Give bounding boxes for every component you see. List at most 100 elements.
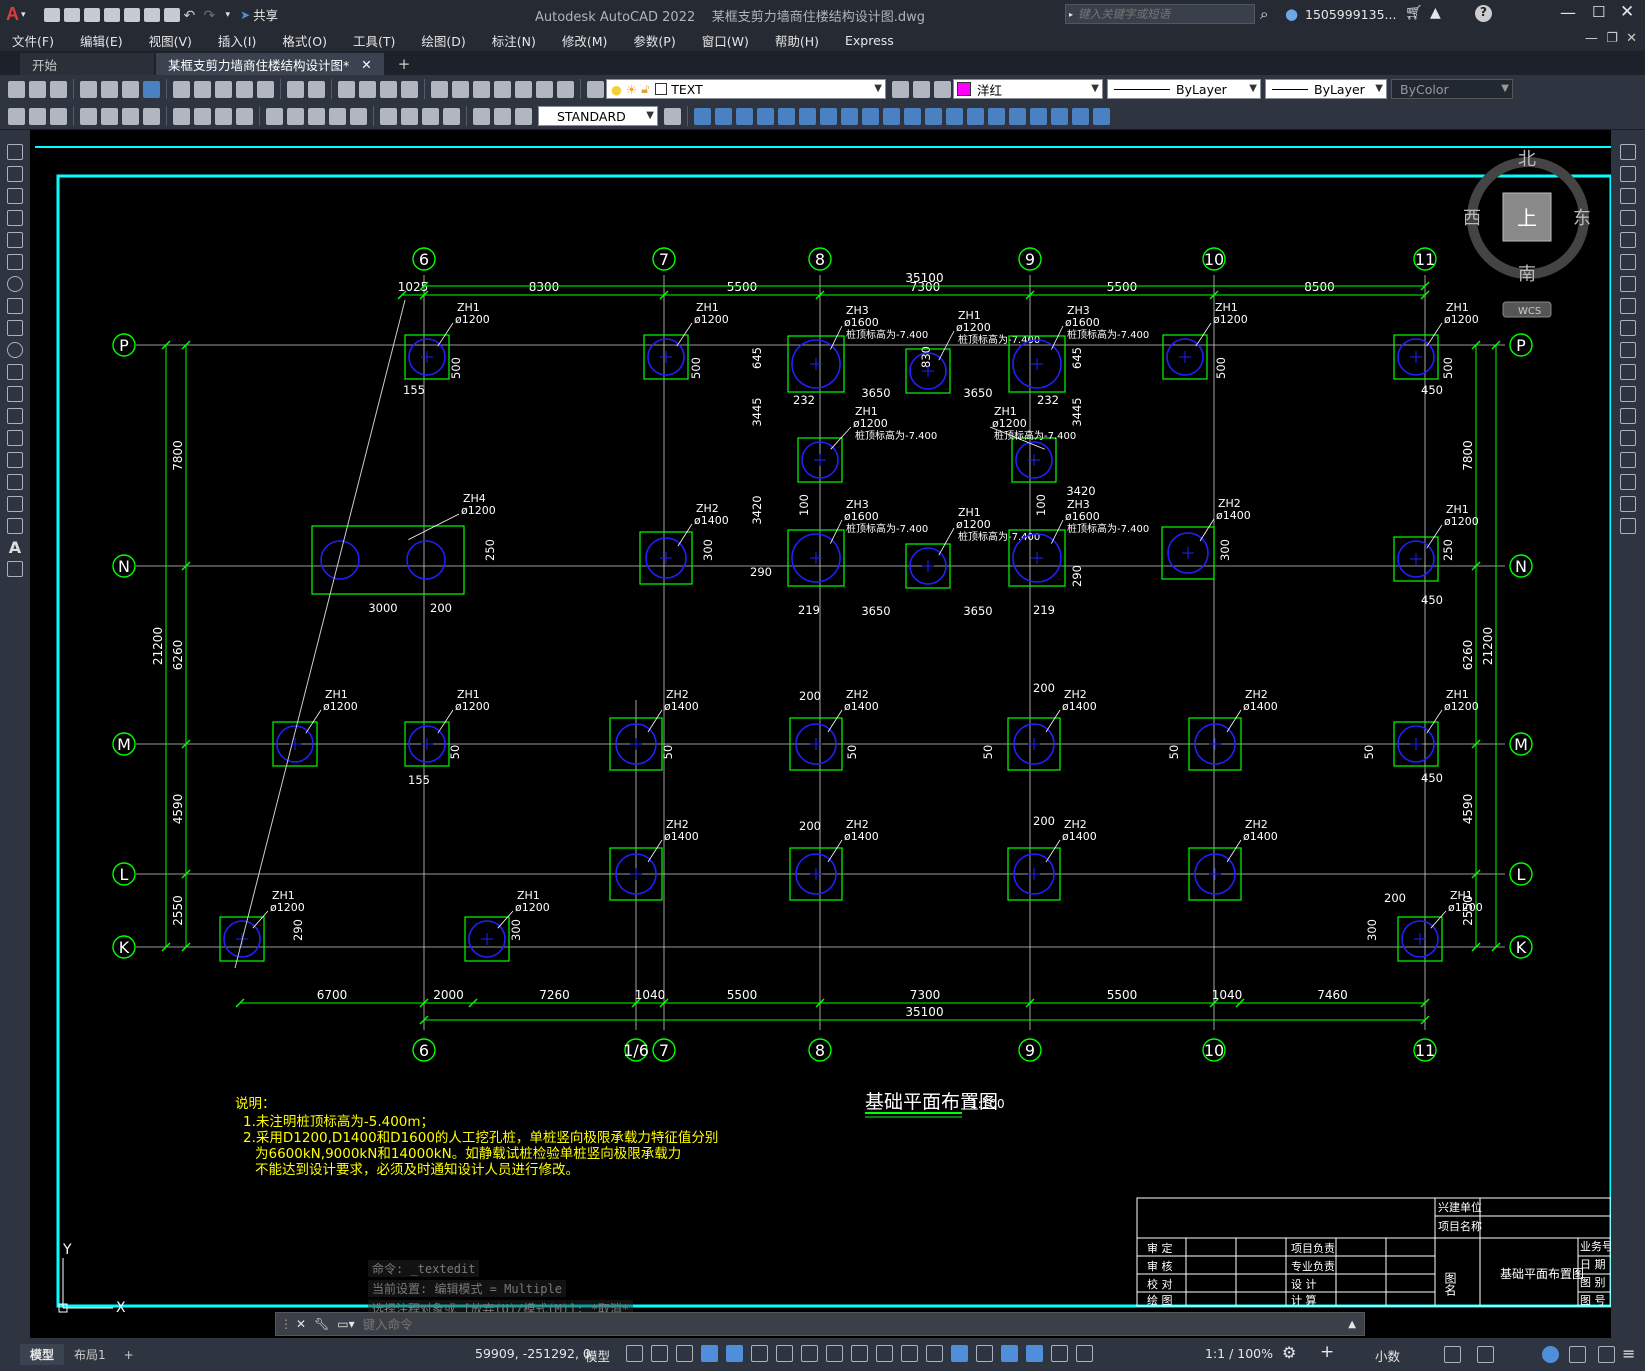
open-icon[interactable]: [63, 7, 80, 22]
chamfer-icon[interactable]: [967, 107, 984, 125]
drawing-canvas[interactable]: 1025 8300 5500 7300 5500 8500 35100 6700 2000 726…: [30, 130, 1611, 1338]
ordinate-dim-icon[interactable]: [143, 107, 160, 125]
aligned-dim-icon[interactable]: [101, 107, 118, 125]
doc-window-controls[interactable]: — ❐ ✕: [1585, 31, 1637, 46]
copy-object-icon[interactable]: [715, 107, 732, 125]
annotation-visibility-icon[interactable]: [1026, 1345, 1043, 1362]
infer-constraints-icon[interactable]: [676, 1345, 693, 1362]
share-button[interactable]: 共享: [253, 5, 278, 24]
object-snap-tracking-icon[interactable]: [801, 1345, 818, 1362]
ellipse-arc-icon[interactable]: [7, 364, 23, 380]
snap-icon[interactable]: [651, 1345, 668, 1362]
save-icon[interactable]: [83, 7, 100, 22]
spline-icon[interactable]: [7, 320, 23, 336]
fillet-icon[interactable]: [1620, 474, 1636, 490]
menu-file[interactable]: 文件(F): [12, 31, 54, 50]
center-mark-icon[interactable]: [401, 107, 418, 125]
menu-express[interactable]: Express: [845, 33, 894, 48]
polygon-icon[interactable]: [7, 210, 23, 226]
layer-properties-icon[interactable]: [587, 80, 604, 98]
new-tab-button[interactable]: +: [386, 53, 423, 75]
arc-icon[interactable]: [7, 254, 23, 270]
ortho-icon[interactable]: [726, 1345, 743, 1362]
dim-update-icon[interactable]: [515, 107, 532, 125]
annotation-scale-icon[interactable]: [1076, 1345, 1093, 1362]
menu-view[interactable]: 视图(V): [149, 31, 192, 50]
annotation-monitor-icon[interactable]: +: [1320, 1342, 1334, 1362]
tool-palettes-icon[interactable]: [473, 80, 490, 98]
line-icon[interactable]: [7, 144, 23, 160]
properties-icon[interactable]: [431, 80, 448, 98]
table-icon[interactable]: [7, 518, 23, 534]
model-space-button[interactable]: 模型: [585, 1346, 610, 1365]
layer-tool-icon[interactable]: [8, 107, 25, 125]
sun-icon[interactable]: ☀: [626, 82, 637, 97]
paste-icon[interactable]: [215, 80, 232, 98]
3d-osnap-icon[interactable]: [926, 1345, 943, 1362]
offset-icon[interactable]: [757, 107, 774, 125]
dynamic-ucs-icon[interactable]: [951, 1345, 968, 1362]
transparency-icon[interactable]: [876, 1345, 893, 1362]
cut-icon[interactable]: [173, 80, 190, 98]
viewcube-east[interactable]: 东: [1573, 208, 1591, 229]
align-icon[interactable]: [1030, 107, 1047, 125]
web-save-icon[interactable]: [143, 7, 160, 22]
quick-properties-icon[interactable]: [1444, 1346, 1461, 1363]
arc-dim-icon[interactable]: [122, 107, 139, 125]
markup-icon[interactable]: [515, 80, 532, 98]
baseline-dim-icon[interactable]: [287, 107, 304, 125]
revision-cloud-icon[interactable]: [7, 298, 23, 314]
scale-icon[interactable]: [841, 107, 858, 125]
stretch-icon[interactable]: [1620, 320, 1636, 336]
mtext-icon[interactable]: A: [9, 538, 21, 557]
zoom-previous-icon[interactable]: [401, 80, 418, 98]
extend-icon[interactable]: [1620, 364, 1636, 380]
sheet-set-icon[interactable]: [494, 80, 511, 98]
stretch-icon[interactable]: [862, 107, 879, 125]
linear-dim-icon[interactable]: [80, 107, 97, 125]
dim-edit-icon[interactable]: [473, 107, 490, 125]
plotstyle-dropdown[interactable]: ByColor ▼: [1391, 79, 1513, 99]
menu-tools[interactable]: 工具(T): [353, 31, 395, 50]
bulb-icon[interactable]: ●: [611, 82, 622, 97]
erase-icon[interactable]: [694, 107, 711, 125]
menu-modify[interactable]: 修改(M): [562, 31, 608, 50]
break-at-point-icon[interactable]: [1620, 386, 1636, 402]
plot-icon[interactable]: [163, 7, 180, 22]
layer-dropdown[interactable]: ● ☀ 🔓︎ TEXT ▼: [606, 79, 886, 99]
hardware-accel-icon[interactable]: [1569, 1346, 1586, 1363]
design-center-icon[interactable]: [452, 80, 469, 98]
mirror-icon[interactable]: [736, 107, 753, 125]
break-icon[interactable]: [1620, 408, 1636, 424]
point-icon[interactable]: [7, 430, 23, 446]
dim-break-icon[interactable]: [350, 107, 367, 125]
grid-icon[interactable]: [626, 1345, 643, 1362]
layout-tab[interactable]: 布局1: [64, 1344, 116, 1365]
redo-icon[interactable]: [308, 80, 325, 98]
lock-ui-icon[interactable]: [1477, 1346, 1494, 1363]
mirror-icon[interactable]: [1620, 188, 1636, 204]
circle-icon[interactable]: [7, 276, 23, 292]
plot-preview-icon[interactable]: [101, 80, 118, 98]
pan-icon[interactable]: [338, 80, 355, 98]
layer-iso-icon[interactable]: [29, 107, 46, 125]
erase-icon[interactable]: [1620, 144, 1636, 160]
explode-icon[interactable]: [1620, 518, 1636, 534]
array-icon[interactable]: [778, 107, 795, 125]
isodraft-icon[interactable]: [776, 1345, 793, 1362]
tab-drawing[interactable]: 某框支剪力墙商住楼结构设计图* ✕: [156, 53, 384, 75]
layer-previous-icon[interactable]: [913, 80, 930, 98]
command-line[interactable]: ⋮ ✕ 🔧︎ ▭▾ ▲: [275, 1312, 1365, 1336]
jogged-dim-icon[interactable]: [194, 107, 211, 125]
save-icon[interactable]: [50, 80, 67, 98]
publish-icon[interactable]: [122, 80, 139, 98]
menu-format[interactable]: 格式(O): [282, 31, 327, 50]
dynamic-input-icon[interactable]: [701, 1345, 718, 1362]
polar-icon[interactable]: [751, 1345, 768, 1362]
clean-screen-icon[interactable]: [1598, 1346, 1615, 1363]
layer-state-icon[interactable]: [934, 80, 951, 98]
viewcube-north[interactable]: 北: [1518, 149, 1536, 170]
cmd-history-toggle-icon[interactable]: ▲: [1348, 1319, 1356, 1330]
zoom-realtime-icon[interactable]: [359, 80, 376, 98]
viewcube-west[interactable]: 西: [1463, 208, 1481, 229]
